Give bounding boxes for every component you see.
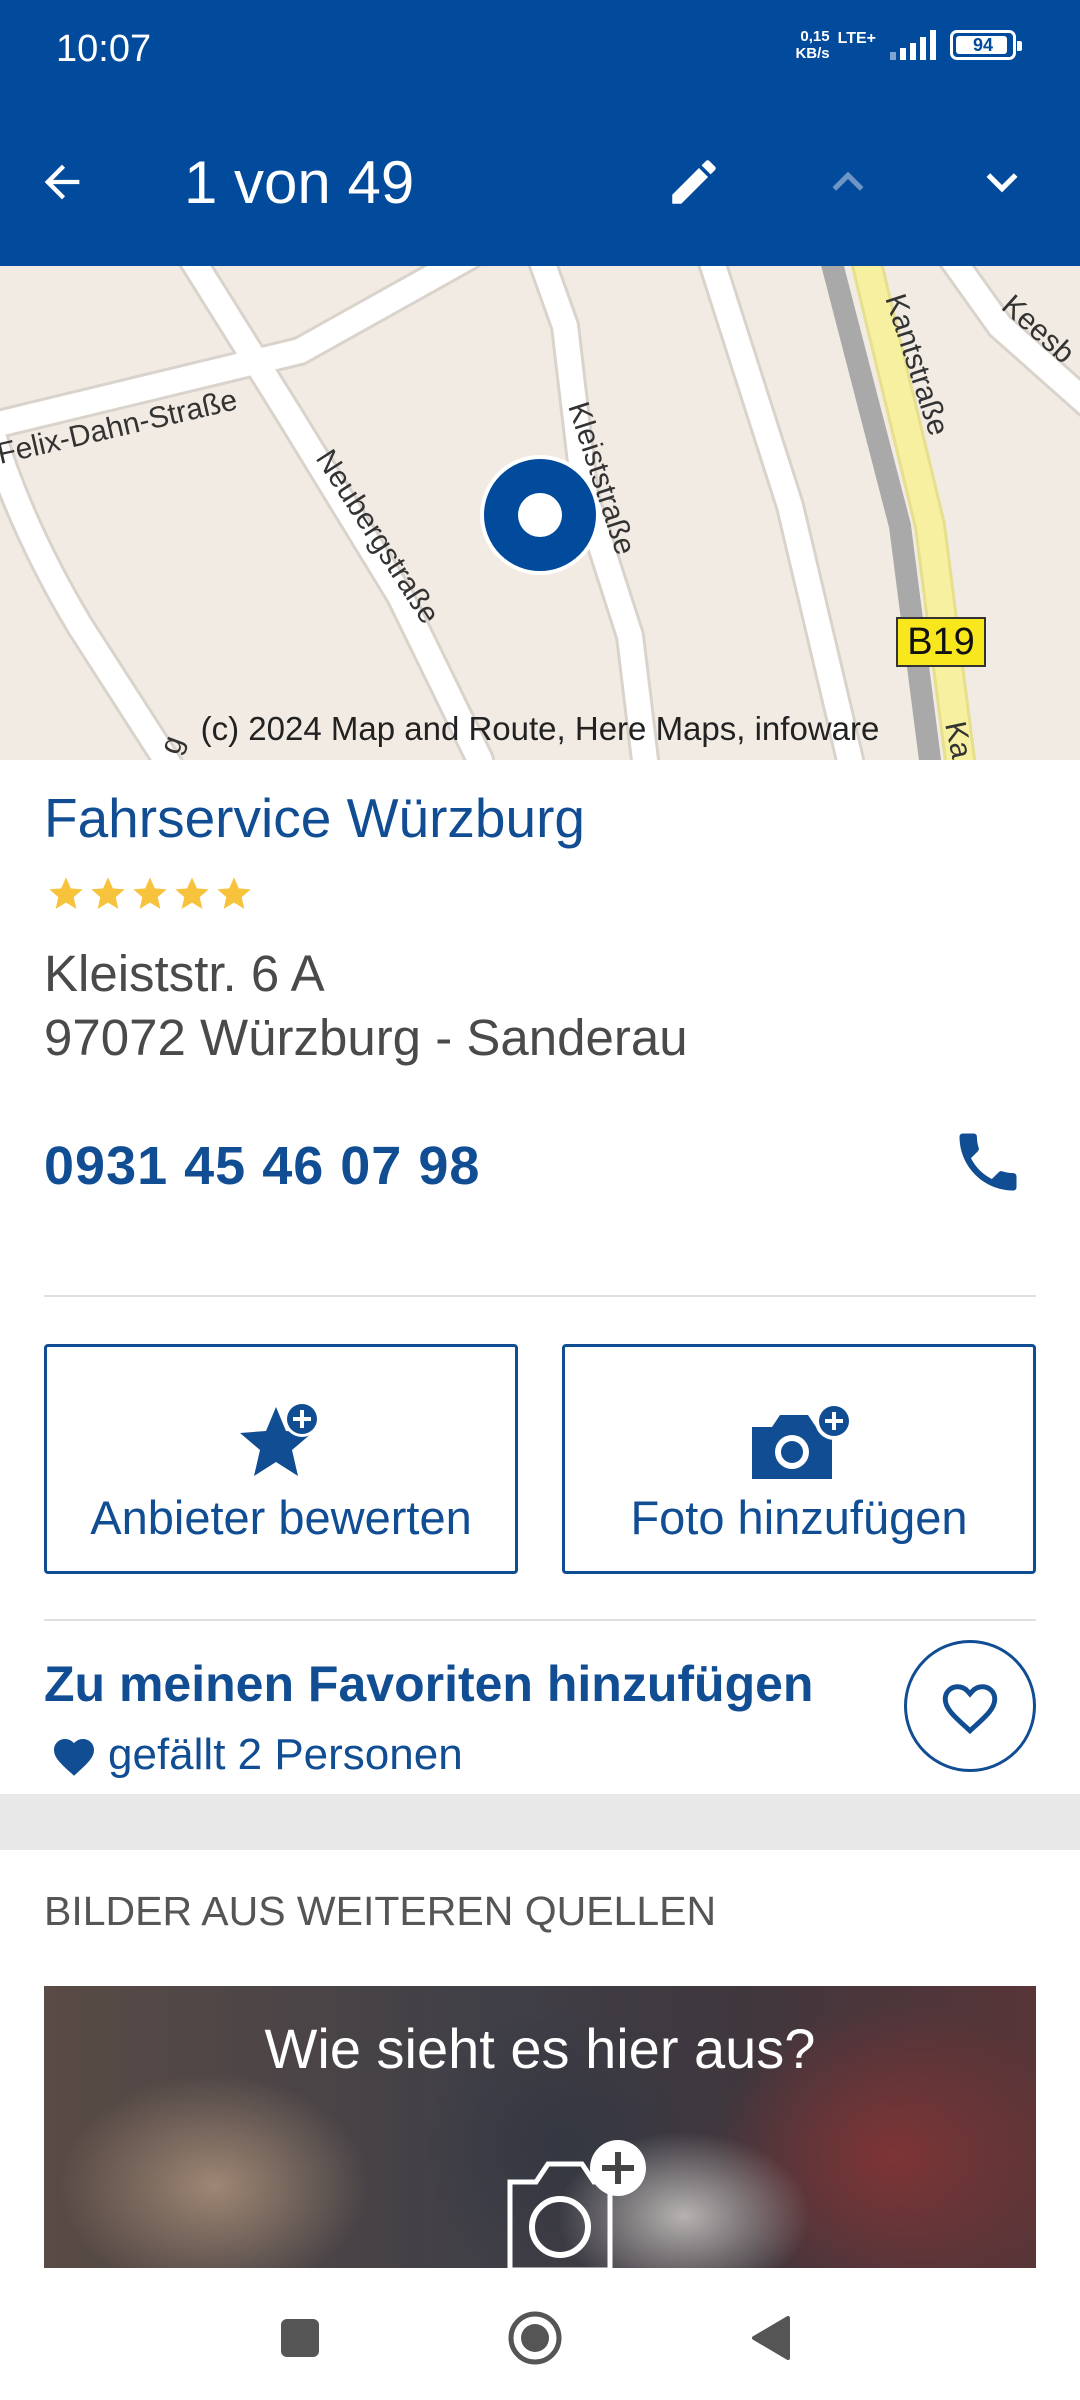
rate-provider-label: Anbieter bewerten	[90, 1491, 472, 1544]
recents-button[interactable]	[260, 2298, 340, 2378]
star-icon	[217, 877, 251, 909]
star-icon	[133, 877, 167, 909]
section-title: BILDER AUS WEITEREN QUELLEN	[44, 1888, 717, 1934]
add-to-favorites-link[interactable]: Zu meinen Favoriten hinzufügen	[44, 1655, 813, 1713]
photo-teaser-banner[interactable]: Wie sieht es hier aus?	[44, 1986, 1036, 2268]
section-separator	[0, 1794, 1080, 1850]
camera-add-icon	[507, 2140, 646, 2268]
pencil-icon	[672, 160, 716, 204]
battery-level: 94	[972, 34, 994, 55]
rating-stars	[46, 874, 254, 914]
star-add-icon	[240, 1401, 320, 1476]
status-bar: 10:07 0,15 KB/s LTE+ 94	[0, 0, 1080, 92]
triangle-back-icon	[752, 2316, 790, 2360]
add-photo-label: Foto hinzufügen	[630, 1491, 968, 1544]
address-street: Kleiststr. 6 A	[44, 945, 325, 1002]
heart-filled-icon	[54, 1739, 94, 1776]
signal-strength-icon	[890, 30, 936, 60]
divider	[44, 1295, 1036, 1297]
star-icon	[49, 877, 83, 909]
map-attribution: (c) 2024 Map and Route, Here Maps, infow…	[200, 710, 880, 747]
map-canvas: Felix-Dahn-Straße Neubergstraße Kleistst…	[0, 266, 1080, 760]
phone-number[interactable]: 0931 45 46 07 98	[44, 1135, 480, 1197]
add-photo-button[interactable]: Foto hinzufügen	[562, 1344, 1036, 1574]
arrow-back-icon	[44, 164, 80, 200]
network-speed-unit: KB/s	[795, 45, 830, 62]
teaser-text: Wie sieht es hier aus?	[264, 2017, 816, 2080]
business-name: Fahrservice Würzburg	[44, 787, 585, 849]
back-button[interactable]	[12, 132, 112, 232]
likes-row: gefällt 2 Personen	[50, 1730, 463, 1780]
network-speed-value: 0,15	[800, 28, 830, 45]
network-speed: 0,15 KB/s	[795, 28, 829, 62]
map-view[interactable]: Felix-Dahn-Straße Neubergstraße Kleistst…	[0, 266, 1080, 760]
camera-add-icon	[752, 1402, 853, 1479]
star-icon	[175, 877, 209, 909]
app-bar: 1 von 49	[0, 92, 1080, 266]
street-label-neuberg: Neubergstraße	[309, 444, 446, 630]
circle-icon	[508, 2311, 562, 2365]
system-nav-bar	[0, 2268, 1080, 2400]
rate-provider-button[interactable]: Anbieter bewerten	[44, 1344, 518, 1574]
call-button[interactable]	[946, 1120, 1030, 1204]
next-result-button[interactable]	[952, 132, 1052, 232]
star-icon	[91, 877, 125, 909]
previous-result-button[interactable]	[798, 132, 898, 232]
edit-button[interactable]	[644, 132, 744, 232]
square-icon	[281, 2319, 319, 2357]
likes-count-text: gefällt 2 Personen	[108, 1730, 463, 1779]
system-back-button[interactable]	[730, 2298, 810, 2378]
home-button[interactable]	[495, 2298, 575, 2378]
location-pin-icon	[480, 455, 600, 575]
phone-icon	[959, 1133, 1017, 1191]
battery-icon: 94	[950, 30, 1022, 60]
network-type: LTE+	[837, 30, 876, 47]
heart-outline-icon	[942, 1684, 998, 1735]
chevron-up-icon	[832, 171, 864, 191]
result-counter: 1 von 49	[184, 149, 415, 216]
favorite-button[interactable]	[904, 1640, 1036, 1772]
chevron-down-icon	[986, 173, 1018, 193]
address-city: 97072 Würzburg - Sanderau	[44, 1009, 688, 1066]
highway-badge-label: B19	[907, 621, 975, 663]
divider	[44, 1619, 1036, 1621]
status-time: 10:07	[56, 28, 152, 70]
status-indicators: 0,15 KB/s LTE+ 94	[795, 28, 1022, 62]
